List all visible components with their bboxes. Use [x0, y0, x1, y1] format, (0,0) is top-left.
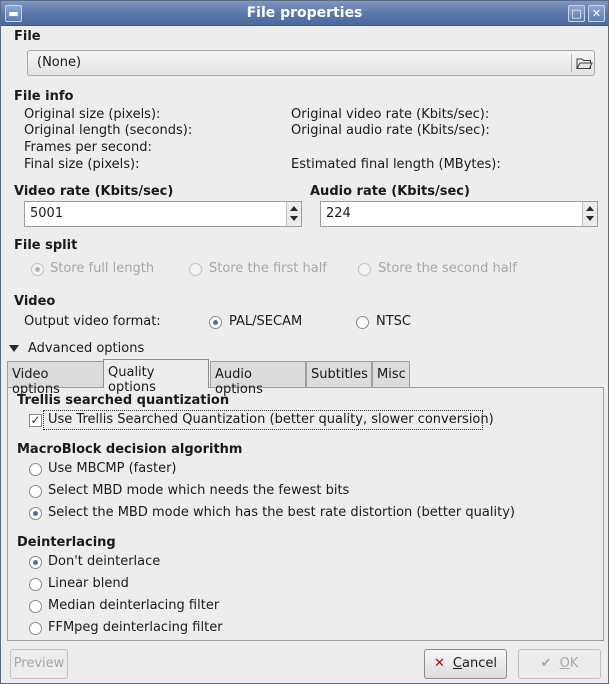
tab-audio-options[interactable]: Audio options	[210, 361, 306, 397]
maximize-icon: □	[571, 7, 582, 20]
spin-up-icon[interactable]	[290, 206, 298, 211]
spin-down-icon[interactable]	[290, 216, 298, 221]
video-section-title: Video	[14, 294, 56, 309]
pal-secam-radio[interactable]	[209, 316, 222, 329]
pal-secam-label[interactable]: PAL/SECAM	[229, 314, 302, 329]
ntsc-radio[interactable]	[356, 316, 369, 329]
original-size-label: Original size (pixels):	[24, 107, 161, 122]
video-rate-stepper[interactable]	[286, 202, 301, 226]
linear-blend-radio[interactable]	[29, 578, 42, 591]
spin-up-icon[interactable]	[586, 206, 594, 211]
audio-rate-spinbutton[interactable]: 224	[320, 201, 598, 227]
file-chooser-separator	[571, 54, 572, 72]
audio-rate-stepper[interactable]	[582, 202, 597, 226]
mbd-fewest-bits-radio[interactable]	[29, 485, 42, 498]
mbd-rate-distortion-radio[interactable]	[29, 507, 42, 520]
estimated-final-length-label: Estimated final length (MBytes):	[291, 157, 501, 172]
video-rate-spinbutton[interactable]: 5001	[24, 201, 302, 227]
audio-rate-value: 224	[326, 206, 351, 221]
close-icon: ✕	[591, 7, 602, 20]
preview-button[interactable]: Preview	[10, 649, 68, 679]
maximize-button[interactable]: □	[568, 5, 585, 22]
window-title: File properties	[246, 5, 363, 21]
ok-check-icon: ✔	[540, 656, 552, 671]
cancel-mnemonic: C	[452, 656, 462, 671]
original-video-rate-label: Original video rate (Kbits/sec):	[291, 107, 490, 122]
tab-video-options[interactable]: Video options	[7, 361, 104, 397]
final-size-label: Final size (pixels):	[24, 157, 140, 172]
spin-down-icon[interactable]	[586, 216, 594, 221]
frames-per-second-label: Frames per second:	[24, 140, 152, 155]
mbd-fewest-bits-label[interactable]: Select MBD mode which needs the fewest b…	[48, 483, 349, 498]
preview-button-label: Preview	[13, 656, 65, 671]
ffmpeg-filter-label[interactable]: FFMpeg deinterlacing filter	[48, 620, 223, 635]
split-first-half-radio[interactable]	[189, 263, 202, 276]
ntsc-label[interactable]: NTSC	[376, 314, 411, 329]
file-chooser-value: (None)	[37, 55, 82, 70]
mbcmp-label[interactable]: Use MBCMP (faster)	[48, 461, 177, 476]
tab-misc[interactable]: Misc	[372, 361, 410, 387]
split-second-half-label: Store the second half	[378, 261, 517, 276]
original-length-label: Original length (seconds):	[24, 123, 193, 138]
file-properties-window: ▬ File properties □ ✕ File (None) File i…	[0, 0, 609, 684]
cancel-button-label: ancel	[462, 656, 497, 671]
tab-quality-options[interactable]: Quality options	[103, 359, 209, 395]
title-bar[interactable]: ▬ File properties □ ✕	[1, 1, 608, 26]
median-filter-label[interactable]: Median deinterlacing filter	[48, 598, 219, 613]
trellis-section-title: Trellis searched quantization	[17, 393, 230, 408]
trellis-checkbox[interactable]: ✓	[29, 414, 42, 427]
file-chooser[interactable]: (None)	[27, 50, 595, 76]
file-split-section-title: File split	[14, 238, 78, 253]
cancel-icon: ✕	[434, 656, 445, 671]
split-first-half-label: Store the first half	[209, 261, 327, 276]
mbcmp-radio[interactable]	[29, 463, 42, 476]
folder-open-icon[interactable]	[575, 53, 593, 73]
close-button[interactable]: ✕	[588, 5, 605, 22]
linear-blend-label[interactable]: Linear blend	[48, 576, 129, 591]
ok-button[interactable]: ✔ OK	[518, 649, 601, 679]
dont-deinterlace-radio[interactable]	[29, 556, 42, 569]
ok-mnemonic: O	[559, 656, 570, 671]
tab-subtitles[interactable]: Subtitles	[306, 361, 372, 387]
video-rate-label: Video rate (Kbits/sec)	[14, 184, 174, 199]
macroblock-section-title: MacroBlock decision algorithm	[17, 442, 243, 457]
advanced-options-expander[interactable]: Advanced options	[28, 341, 144, 356]
deinterlacing-section-title: Deinterlacing	[17, 535, 116, 550]
mbd-rate-distortion-label[interactable]: Select the MBD mode which has the best r…	[48, 505, 515, 520]
median-filter-radio[interactable]	[29, 600, 42, 613]
file-info-section-title: File info	[14, 89, 74, 104]
output-video-format-label: Output video format:	[24, 314, 161, 329]
expander-arrow-icon[interactable]	[9, 345, 19, 352]
checkmark-icon: ✓	[30, 413, 41, 427]
dont-deinterlace-label[interactable]: Don't deinterlace	[48, 554, 160, 569]
split-full-radio[interactable]	[31, 263, 44, 276]
original-audio-rate-label: Original audio rate (Kbits/sec):	[291, 123, 490, 138]
trellis-checkbox-label[interactable]: Use Trellis Searched Quantization (bette…	[48, 412, 494, 427]
split-full-label: Store full length	[50, 261, 155, 276]
video-rate-value: 5001	[30, 206, 64, 221]
split-second-half-radio[interactable]	[358, 263, 371, 276]
audio-rate-label: Audio rate (Kbits/sec)	[310, 184, 470, 199]
ok-button-label: K	[569, 656, 579, 671]
ffmpeg-filter-radio[interactable]	[29, 622, 42, 635]
cancel-button[interactable]: ✕ Cancel	[424, 649, 507, 679]
file-section-title: File	[14, 29, 41, 44]
